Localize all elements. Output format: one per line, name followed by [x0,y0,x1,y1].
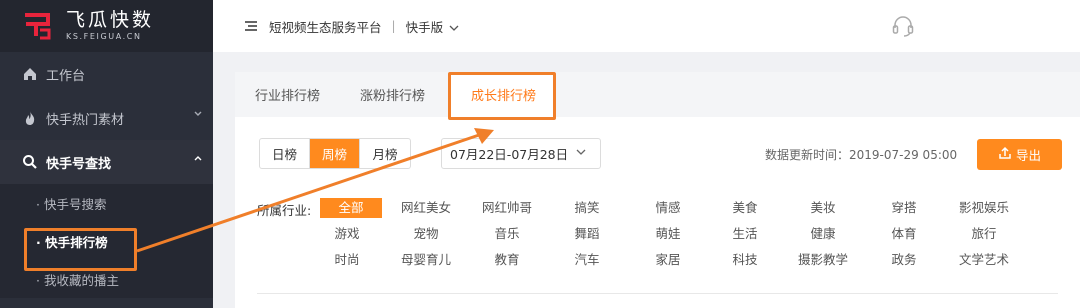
category-option[interactable]: 教育 [470,250,544,270]
category-option[interactable]: 游戏 [310,224,384,244]
data-updated-time: 数据更新时间：2019-07-29 05:00 [765,148,958,162]
divider [257,293,1058,294]
platform-title: 短视频生态服务平台 [269,19,382,35]
category-option[interactable]: 影视娱乐 [947,198,1021,218]
header-separator: | [391,19,396,33]
category-option[interactable]: 母婴育儿 [389,250,463,270]
category-option[interactable]: 穿搭 [867,198,941,218]
ranking-tabs: 行业排行榜 涨粉排行榜 成长排行榜 [235,72,1080,117]
category-option[interactable]: 萌娃 [631,224,705,244]
version-label: 快手版 [405,19,444,35]
export-label: 导出 [1015,148,1041,163]
tab-follower-growth-ranking[interactable]: 涨粉排行榜 [340,72,445,117]
chevron-down-icon [193,109,203,122]
category-option[interactable]: 舞蹈 [550,224,624,244]
home-icon [22,66,38,82]
category-option[interactable]: 时尚 [310,250,384,270]
ranking-panel: 日榜 周榜 月榜 07月22日-07月28日 数据更新时间：2019-07-29… [235,117,1080,308]
sidebar-item-account-search[interactable]: 快手号查找 [0,140,213,184]
chevron-up-icon [193,153,203,166]
category-option[interactable]: 文学艺术 [947,250,1021,270]
tab-industry-ranking[interactable]: 行业排行榜 [235,72,340,117]
category-option[interactable]: 体育 [867,224,941,244]
date-range-value: 07月22日-07月28日 [450,147,569,162]
search-icon [22,154,38,170]
period-daily-button[interactable]: 日榜 [260,139,310,168]
category-option[interactable]: 网红美女 [389,198,463,218]
category-option[interactable]: 旅行 [947,224,1021,244]
category-option[interactable]: 美食 [708,198,782,218]
logo[interactable]: 飞瓜快数 KS.FEIGUA.CN [0,0,213,52]
chevron-down-icon [446,24,459,35]
submenu-item-account-search[interactable]: · 快手号搜索 [0,184,213,222]
category-option[interactable]: 生活 [708,224,782,244]
category-option[interactable]: 美妆 [786,198,860,218]
date-range-select[interactable]: 07月22日-07月28日 [441,138,601,169]
feigua-logo-icon [22,11,54,41]
category-option[interactable]: 音乐 [470,224,544,244]
category-filter-label: 所属行业: [257,203,312,218]
sidebar-item-hot-material[interactable]: 快手热门素材 [0,96,213,140]
headset-icon[interactable] [890,13,916,39]
category-all-button[interactable]: 全部 [320,198,382,218]
sidebar-item-workbench[interactable]: 工作台 [0,52,213,96]
category-option[interactable]: 政务 [867,250,941,270]
category-option[interactable]: 科技 [708,250,782,270]
brand-name: 飞瓜快数 [66,9,155,31]
category-option[interactable]: 家居 [631,250,705,270]
category-option[interactable]: 健康 [786,224,860,244]
period-selector: 日榜 周榜 月榜 [259,138,411,169]
category-option[interactable]: 宠物 [389,224,463,244]
version-selector[interactable]: 快手版 [406,17,460,36]
export-button[interactable]: 导出 [977,139,1062,170]
header: 短视频生态服务平台 | 快手版 [213,0,1080,52]
sidebar-item-label: 快手热门素材 [46,112,125,128]
brand-domain: KS.FEIGUA.CN [66,32,142,41]
sidebar-item-label: 工作台 [46,68,86,84]
period-weekly-button[interactable]: 周榜 [310,139,360,168]
highlight-box-growth-tab [448,72,556,120]
category-option[interactable]: 网红帅哥 [470,198,544,218]
chevron-down-icon [576,148,586,159]
period-monthly-button[interactable]: 月榜 [360,139,410,168]
menu-toggle-icon[interactable] [245,21,257,31]
category-option[interactable]: 汽车 [550,250,624,270]
fire-icon [22,110,38,126]
main-content: 行业排行榜 涨粉排行榜 成长排行榜 日榜 周榜 月榜 07月22日-07月28日… [235,72,1080,308]
category-option[interactable]: 情感 [631,198,705,218]
highlight-box-rankings-item [24,228,137,271]
sidebar-item-label: 快手号查找 [46,156,112,172]
category-option[interactable]: 搞笑 [550,198,624,218]
upload-icon [998,146,1012,164]
category-option[interactable]: 摄影教学 [786,250,860,270]
